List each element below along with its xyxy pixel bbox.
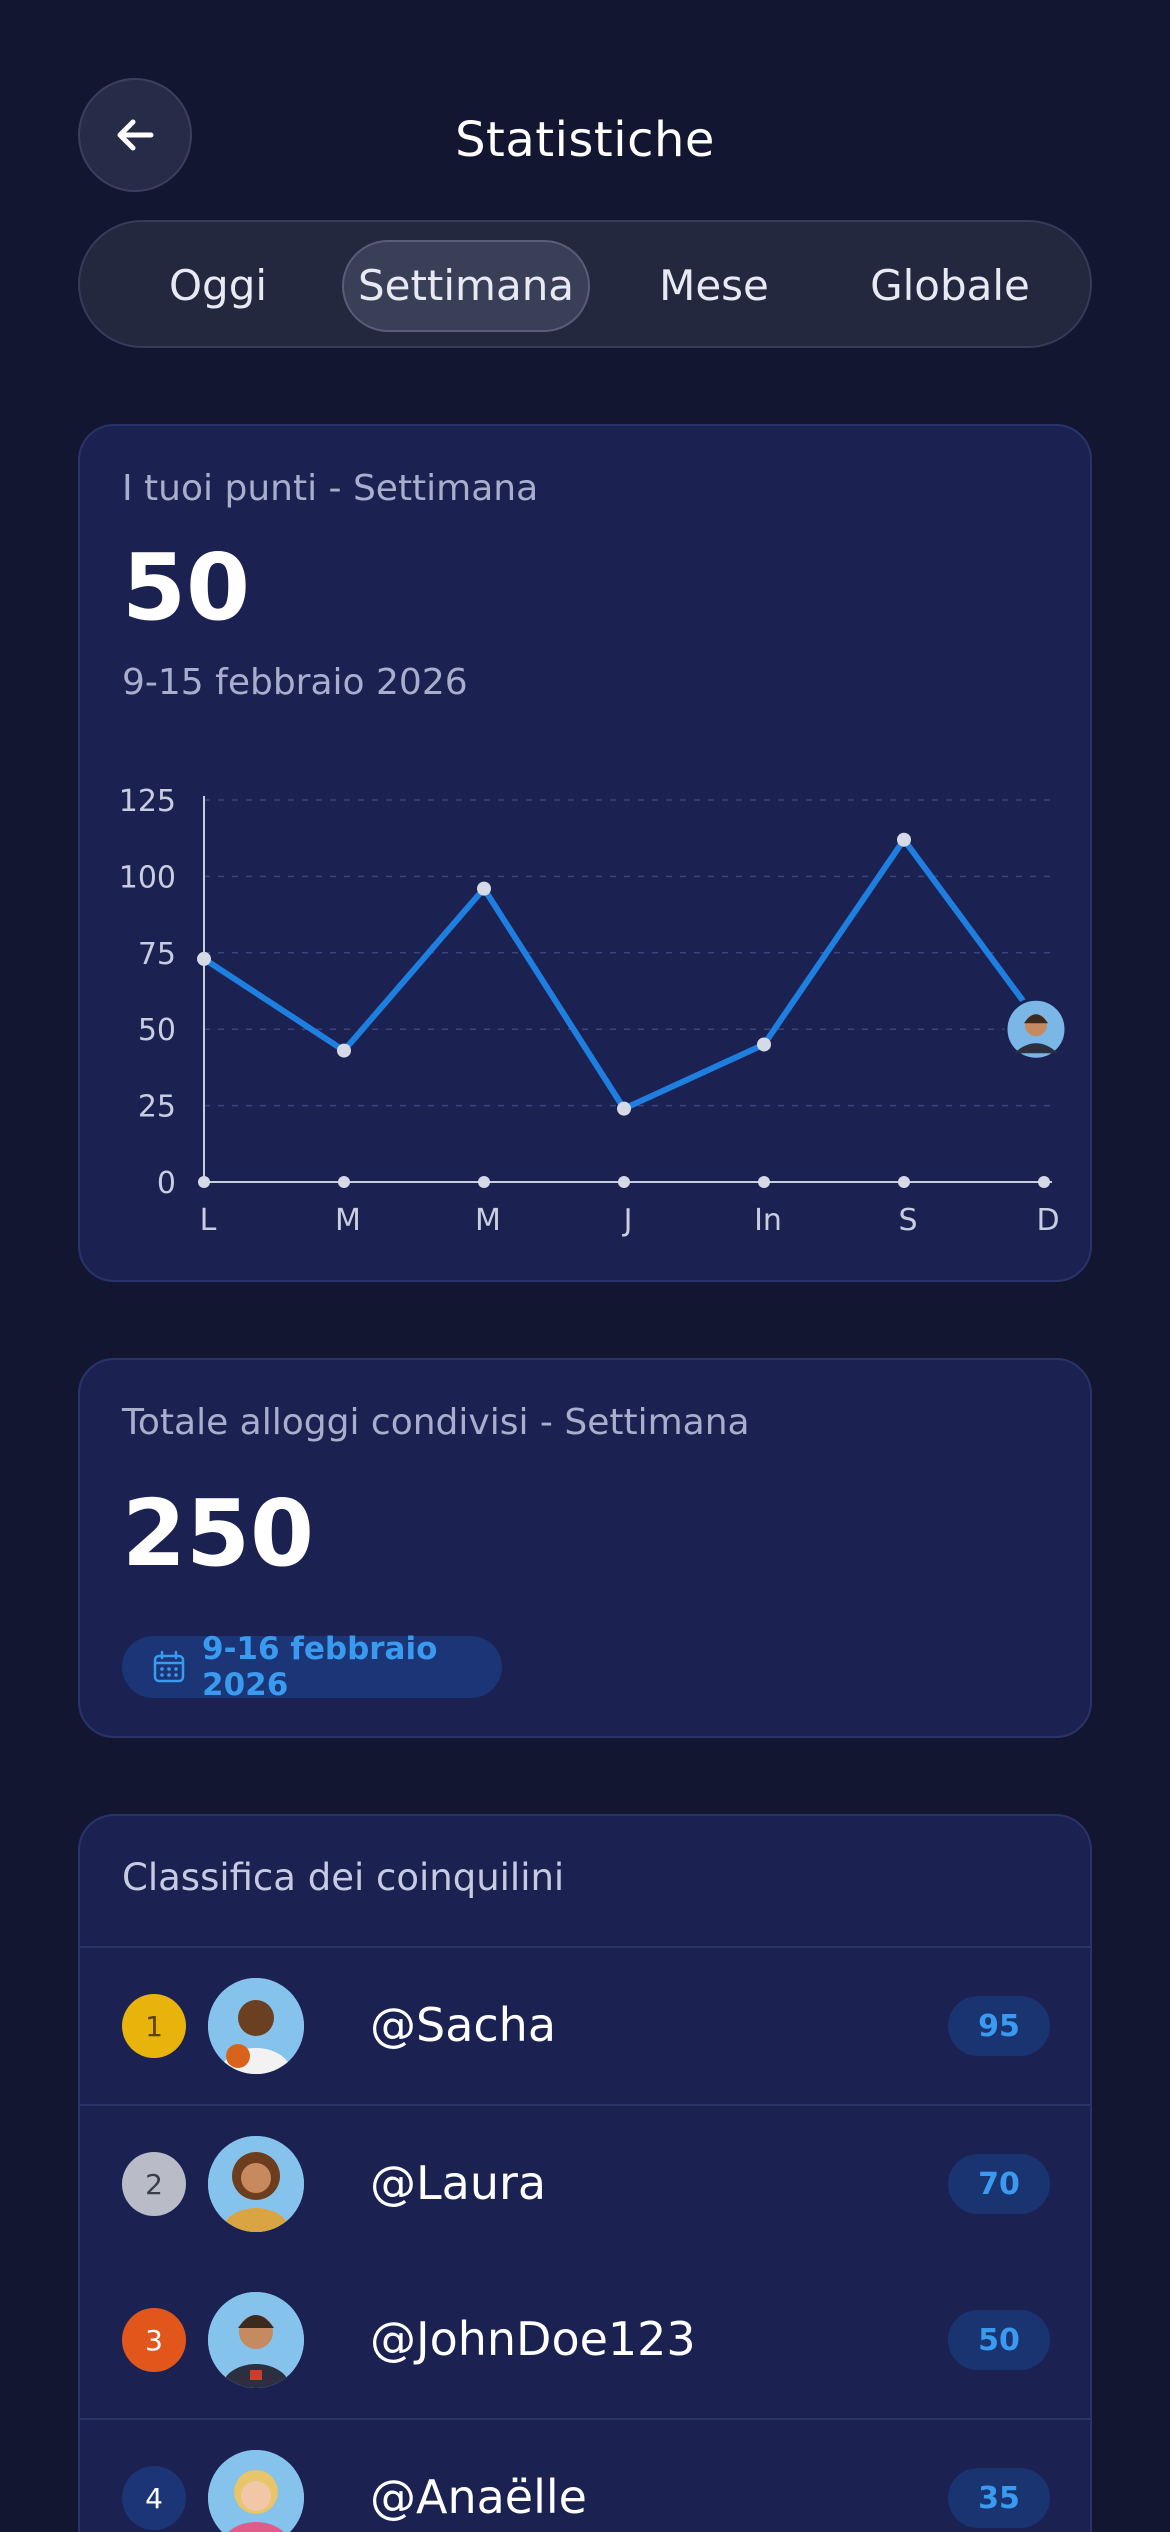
shared-value: 250 (122, 1480, 315, 1587)
x-tick-label: J (622, 1203, 633, 1238)
x-tick-label: M (475, 1203, 501, 1238)
tab-settimana[interactable]: Settimana (342, 240, 590, 332)
rank-badge: 2 (122, 2152, 186, 2216)
calendar-icon (152, 1650, 186, 1684)
rank-badge: 1 (122, 1994, 186, 2058)
y-tick-label: 125 (119, 784, 176, 819)
data-point (757, 1037, 771, 1052)
series-line (201, 836, 1047, 1112)
leaderboard-row[interactable]: 4 @Anaëlle 35 (80, 2418, 1090, 2532)
rank-badge: 3 (122, 2308, 186, 2372)
y-tick-label: 25 (138, 1090, 176, 1125)
leaderboard-card: Classifica dei coinquilini 1 @Sacha 95 2… (78, 1814, 1092, 2532)
x-tick-label: D (1036, 1203, 1059, 1238)
x-tick-dot (618, 1176, 630, 1188)
avatar-marker (1004, 997, 1068, 1061)
shared-date-badge: 9-16 febbraio 2026 (122, 1631, 502, 1703)
leaderboard-title: Classifica dei coinquilini (122, 1856, 565, 1899)
avatar (208, 1978, 304, 2074)
leaderboard-row[interactable]: 1 @Sacha 95 (80, 1946, 1090, 2102)
shared-date-text: 9-16 febbraio 2026 (202, 1631, 438, 1703)
points-line-chart: 0 25 50 75 100 125 L M M J In S D (119, 784, 1068, 1238)
data-point (897, 832, 911, 847)
y-tick-label: 75 (138, 937, 176, 972)
score-badge: 95 (948, 1996, 1050, 2056)
data-point (477, 881, 491, 896)
data-point (337, 1043, 351, 1058)
y-tick-label: 0 (157, 1166, 176, 1201)
score-badge: 50 (948, 2310, 1050, 2370)
username: @Sacha (370, 1998, 557, 2052)
shared-card-label: Totale alloggi condivisi - Settimana (122, 1402, 750, 1443)
avatar (208, 2136, 304, 2232)
rank-badge: 4 (122, 2466, 186, 2530)
tab-oggi[interactable]: Oggi (120, 240, 316, 332)
data-point (617, 1101, 631, 1116)
x-tick-dot (1038, 1176, 1050, 1188)
x-tick-label: S (898, 1203, 917, 1238)
x-tick-dot (198, 1176, 210, 1188)
username: @Laura (370, 2156, 547, 2210)
avatar (208, 2292, 304, 2388)
username: @JohnDoe123 (370, 2312, 696, 2366)
tab-mese[interactable]: Mese (616, 240, 812, 332)
x-tick-label: L (200, 1203, 217, 1238)
tab-globale[interactable]: Globale (840, 240, 1060, 332)
username: @Anaëlle (370, 2470, 587, 2524)
leaderboard-row[interactable]: 3 @JohnDoe123 50 (80, 2262, 1090, 2418)
x-tick-dot (758, 1176, 770, 1188)
header: Statistiche (0, 0, 1170, 220)
x-tick-dot (478, 1176, 490, 1188)
period-tabs: Oggi Settimana Mese Globale (78, 220, 1092, 348)
page-title: Statistiche (455, 112, 715, 168)
shared-card: Totale alloggi condivisi - Settimana 250… (78, 1358, 1092, 1738)
x-tick-dot (338, 1176, 350, 1188)
score-badge: 70 (948, 2154, 1050, 2214)
data-point (197, 951, 211, 966)
y-tick-label: 100 (119, 860, 176, 895)
x-tick-label: M (335, 1203, 361, 1238)
x-tick-label: In (754, 1203, 782, 1238)
avatar (208, 2450, 304, 2532)
x-tick-dot (898, 1176, 910, 1188)
leaderboard-row[interactable]: 2 @Laura 70 (80, 2104, 1090, 2260)
points-card: I tuoi punti - Settimana 50 9-15 febbrai… (78, 424, 1092, 1282)
y-tick-label: 50 (138, 1013, 176, 1048)
score-badge: 35 (948, 2468, 1050, 2528)
